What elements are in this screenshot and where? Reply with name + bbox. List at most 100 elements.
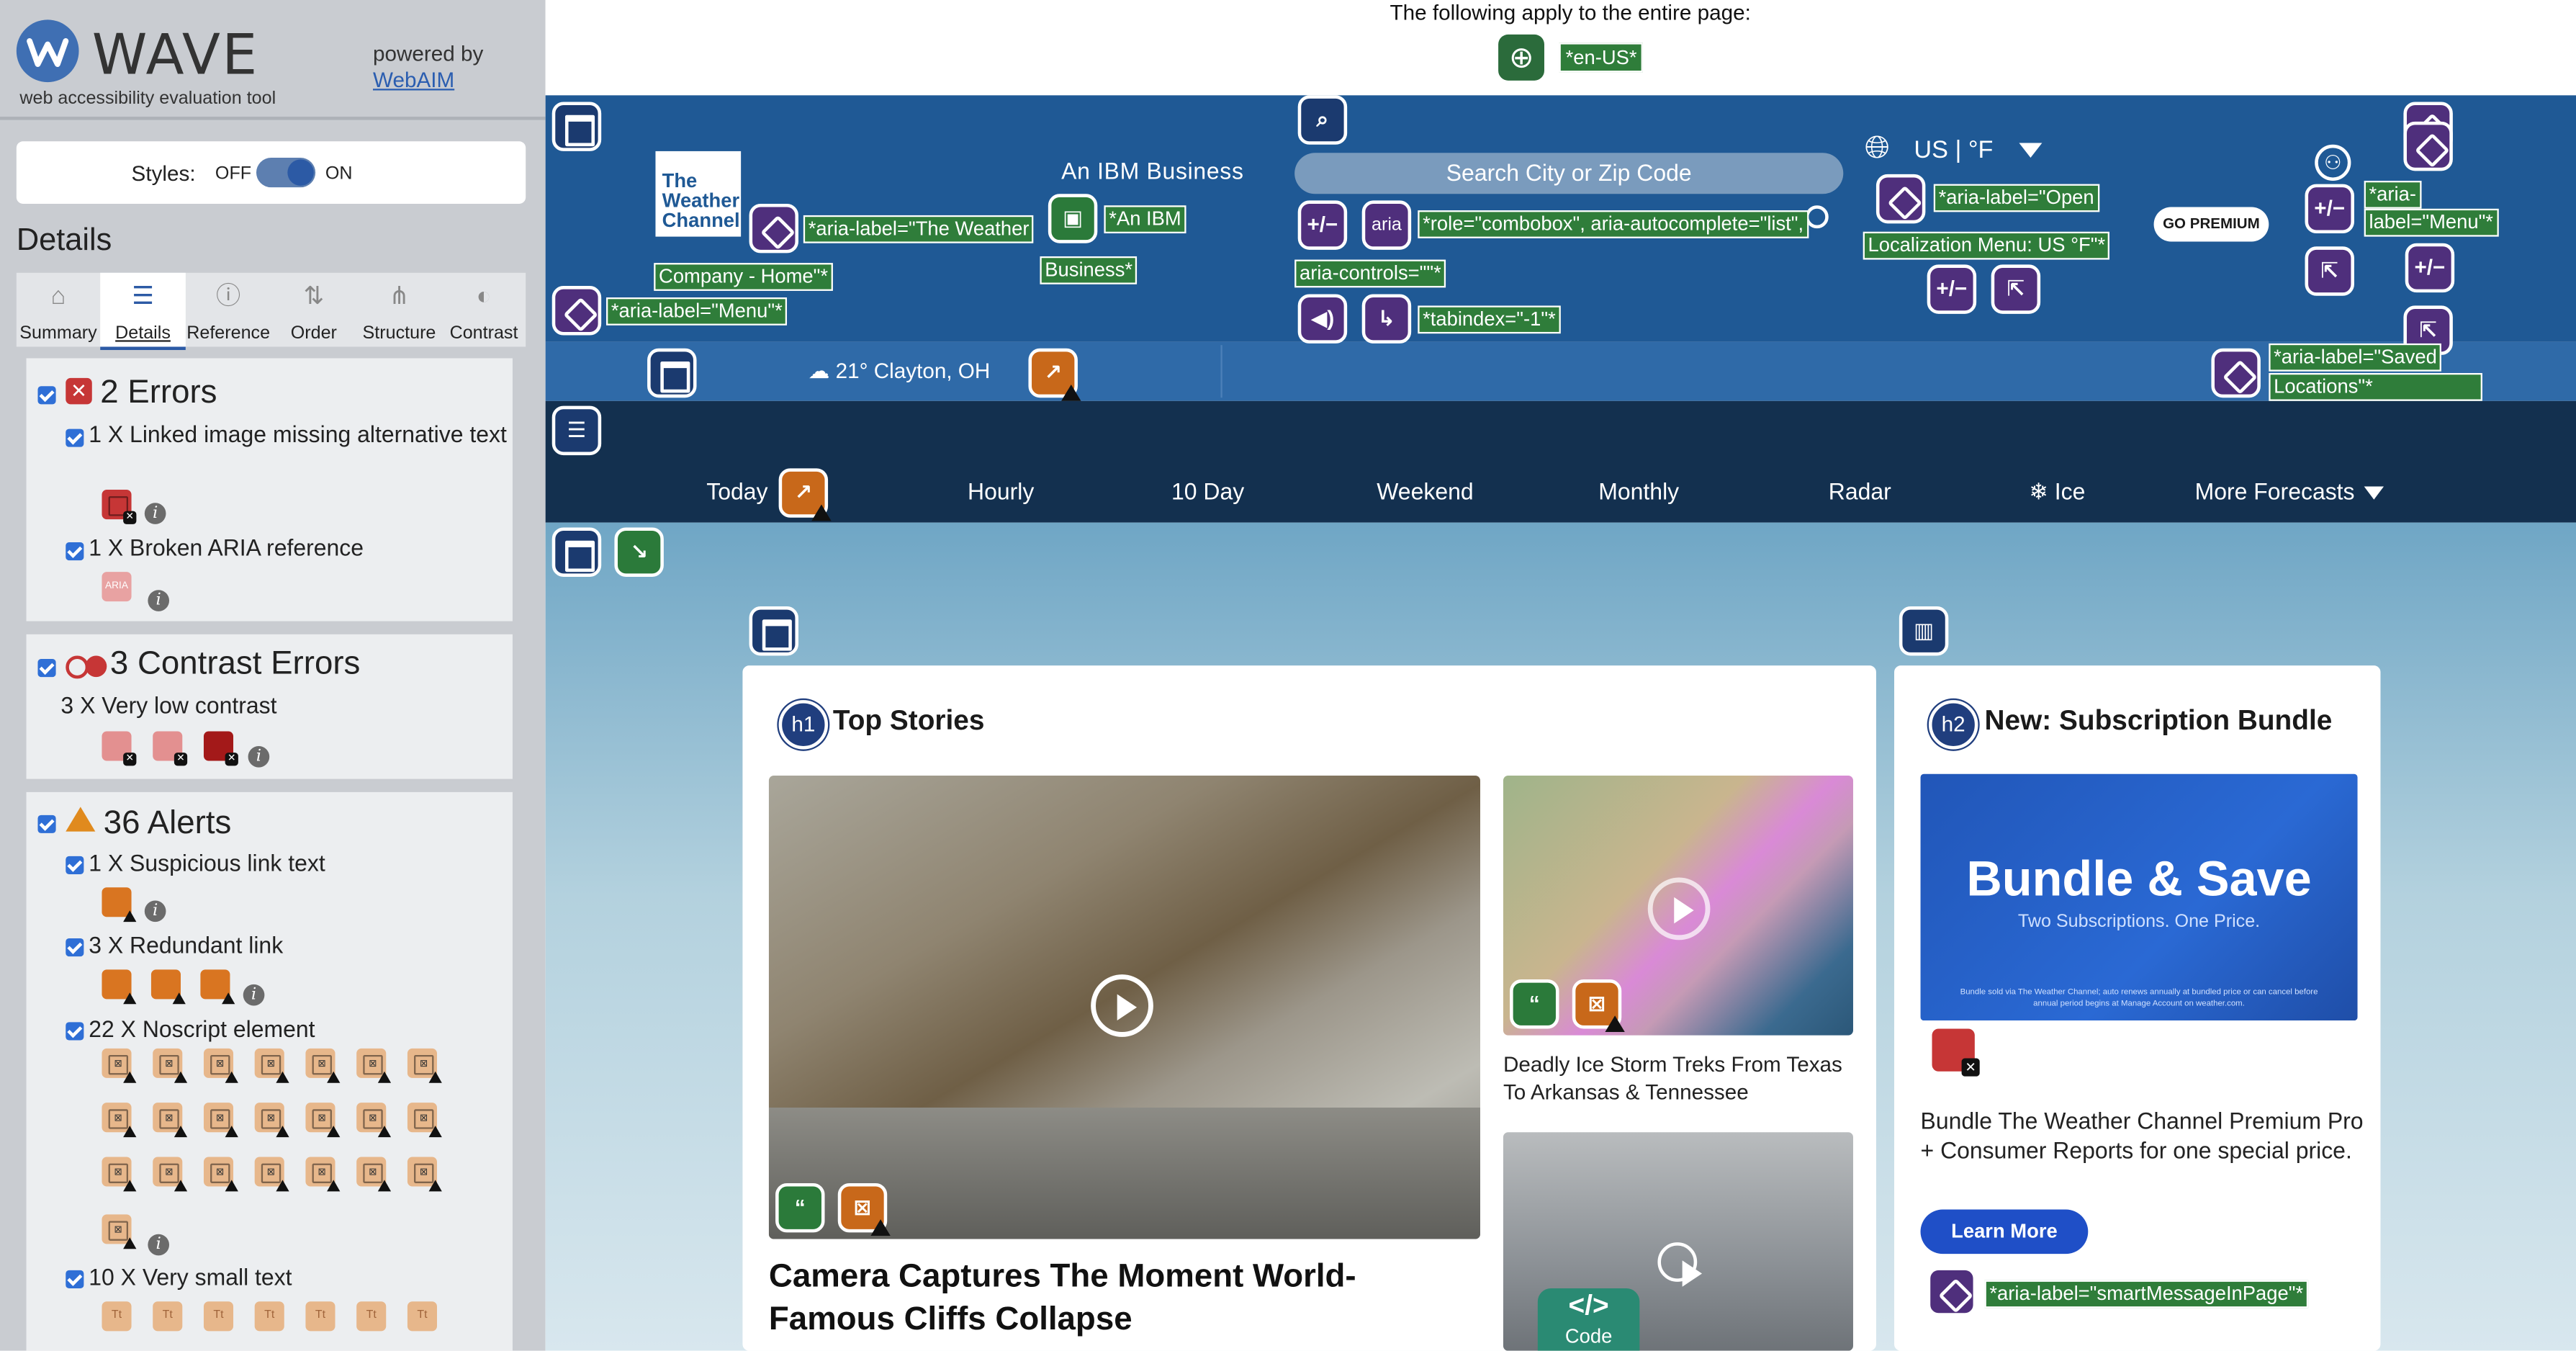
nav-today[interactable]: Today xyxy=(706,478,767,505)
current-weather[interactable]: ☁ 21° Clayton, OH xyxy=(809,358,991,385)
go-premium-button[interactable]: GO PREMIUM xyxy=(2153,207,2269,242)
info-icon[interactable]: i xyxy=(148,590,170,611)
tab-order[interactable]: ⇅ Order xyxy=(271,273,357,347)
tab-contrast[interactable]: ◐ Contrast xyxy=(442,273,526,347)
aria-expanded-icon[interactable]: +/− xyxy=(2305,184,2354,234)
noscript-element-icon[interactable]: ⊠ xyxy=(356,1103,392,1138)
redundant-link-icon[interactable] xyxy=(102,969,137,1005)
nav-monthly[interactable]: Monthly xyxy=(1598,478,1679,505)
noscript-element-icon[interactable]: ⊠ xyxy=(153,1157,188,1192)
noscript-element-icon[interactable]: ⊠ xyxy=(356,1048,392,1083)
nav-ice[interactable]: ❄ Ice xyxy=(2029,478,2085,506)
redundant-link-checkbox[interactable] xyxy=(66,938,84,957)
nav-10-day[interactable]: 10 Day xyxy=(1171,478,1244,505)
aria-popup-icon[interactable]: ⇱ xyxy=(1991,264,2041,314)
aria-label-tag-icon[interactable] xyxy=(1875,174,1926,224)
nav-hourly[interactable]: Hourly xyxy=(968,478,1034,505)
noscript-element-icon[interactable]: ⊠ xyxy=(407,1103,442,1138)
noscript-element-icon[interactable]: ⊠ xyxy=(153,1103,188,1138)
tab-details[interactable]: ☰ Details xyxy=(100,272,186,351)
region-landmark-icon[interactable] xyxy=(551,527,602,577)
tab-structure[interactable]: ⋔ Structure xyxy=(356,273,442,347)
very-small-text-icon[interactable]: Tt xyxy=(254,1301,284,1332)
search-input[interactable]: Search City or Zip Code xyxy=(1294,153,1844,194)
noscript-element-icon[interactable]: ⊠ xyxy=(102,1157,137,1192)
very-small-text-icon[interactable]: Tt xyxy=(102,1301,132,1332)
navigation-landmark-icon[interactable]: ☰ xyxy=(551,405,602,456)
search-landmark-icon[interactable]: ⌕ xyxy=(1297,95,1348,145)
aria-ref-checkbox[interactable] xyxy=(66,542,84,561)
play-video-icon[interactable] xyxy=(1657,1242,1703,1287)
noscript-element-icon[interactable]: ⊠ xyxy=(407,1157,442,1192)
noscript-element-icon[interactable]: ⊠ xyxy=(102,1048,137,1083)
errors-checkbox[interactable] xyxy=(37,386,56,405)
noscript-element-icon[interactable]: ⊠ xyxy=(305,1048,341,1083)
info-icon[interactable]: i xyxy=(144,503,166,524)
chevron-down-icon[interactable] xyxy=(2019,143,2043,158)
aria-expanded-icon[interactable]: +/− xyxy=(1927,264,1977,314)
play-video-icon[interactable] xyxy=(1091,974,1153,1037)
info-icon[interactable]: i xyxy=(144,900,166,923)
play-video-icon[interactable] xyxy=(1647,877,1711,941)
noscript-element-icon[interactable]: ⊠ xyxy=(407,1048,442,1083)
aside-landmark-icon[interactable]: ▥ xyxy=(1899,606,1949,656)
redundant-link-alert-icon[interactable]: ↗ xyxy=(778,468,832,521)
alerts-checkbox[interactable] xyxy=(37,814,56,833)
noscript-element-icon[interactable]: ⊠ xyxy=(254,1048,289,1083)
learn-more-button[interactable]: Learn More xyxy=(1920,1209,2089,1254)
tab-summary[interactable]: ⌂ Summary xyxy=(17,273,100,347)
contrast-error-icon[interactable]: ✕ xyxy=(102,731,137,766)
styles-toggle-switch[interactable] xyxy=(256,158,316,188)
noscript-element-icon[interactable]: ⊠ xyxy=(153,1048,188,1083)
redundant-link-icon[interactable] xyxy=(200,969,235,1005)
very-small-text-icon[interactable]: Tt xyxy=(407,1301,437,1332)
code-badge[interactable]: </> Code xyxy=(1537,1288,1640,1351)
noscript-checkbox[interactable] xyxy=(66,1022,84,1041)
aria-label-tag-icon[interactable] xyxy=(1927,1267,1977,1316)
aria-label-tag-icon[interactable] xyxy=(2211,348,2261,398)
alt-text-image-icon[interactable]: ▣ xyxy=(1048,194,1098,243)
units-selector[interactable]: US | °F xyxy=(1914,136,1993,164)
very-small-text-icon[interactable]: Tt xyxy=(305,1301,335,1332)
aria-popup-icon[interactable]: ⇱ xyxy=(2305,246,2354,296)
suspicious-link-checkbox[interactable] xyxy=(66,856,84,874)
tabindex-icon[interactable]: ↳ xyxy=(1361,294,1412,344)
noscript-element-icon[interactable]: ⊠ xyxy=(102,1103,137,1138)
small-text-checkbox[interactable] xyxy=(66,1270,84,1289)
very-small-text-icon[interactable]: Tt xyxy=(153,1301,183,1332)
aria-label-tag-icon[interactable] xyxy=(749,203,799,253)
main-story-headline[interactable]: Camera Captures The Moment World-Famous … xyxy=(769,1255,1459,1341)
region-landmark-icon[interactable] xyxy=(551,102,602,151)
noscript-element-icon[interactable]: ⊠ xyxy=(254,1103,289,1138)
nav-more-forecasts[interactable]: More Forecasts xyxy=(2195,478,2355,505)
redundant-link-icon[interactable] xyxy=(150,969,186,1005)
noscript-element-icon[interactable]: ⊠ xyxy=(305,1157,341,1192)
weather-channel-logo[interactable]: The Weather Channel xyxy=(655,151,742,237)
contrast-checkbox[interactable] xyxy=(37,659,56,678)
noscript-alert-icon[interactable]: ⊠ xyxy=(1572,979,1625,1033)
info-icon[interactable]: i xyxy=(243,984,265,1006)
noscript-element-icon[interactable]: ⊠ xyxy=(356,1157,392,1192)
noscript-element-icon[interactable]: ⊠ xyxy=(102,1214,137,1249)
contrast-error-icon[interactable]: ✕ xyxy=(153,731,188,766)
skip-link-icon[interactable]: ↘ xyxy=(614,527,664,577)
linked-image-missing-alt-icon[interactable]: ✕ xyxy=(1932,1028,1980,1077)
alt-text-image-icon[interactable]: “ xyxy=(1510,979,1559,1029)
nav-weekend[interactable]: Weekend xyxy=(1377,478,1473,505)
noscript-element-icon[interactable]: ⊠ xyxy=(203,1157,238,1192)
alt-text-image-icon[interactable]: “ xyxy=(775,1182,825,1233)
aria-attribute-icon[interactable]: aria xyxy=(1361,200,1412,250)
suspicious-link-icon[interactable] xyxy=(102,887,137,923)
linked-image-error-icon[interactable]: ✕ xyxy=(102,490,137,524)
webaim-link[interactable]: WebAIM xyxy=(373,68,454,92)
aria-expanded-icon[interactable]: +/− xyxy=(2405,243,2455,293)
tab-reference[interactable]: ⓘ Reference xyxy=(186,273,271,347)
aria-reference-error-icon[interactable]: ARIA xyxy=(102,572,132,602)
very-small-text-icon[interactable]: Tt xyxy=(356,1301,387,1332)
region-landmark-icon[interactable] xyxy=(749,606,799,656)
info-icon[interactable]: i xyxy=(148,1234,170,1256)
noscript-element-icon[interactable]: ⊠ xyxy=(305,1103,341,1138)
aria-label-tag-icon[interactable] xyxy=(2403,121,2453,171)
nav-radar[interactable]: Radar xyxy=(1829,478,1891,505)
redundant-link-alert-icon[interactable]: ↗ xyxy=(1028,348,1081,401)
